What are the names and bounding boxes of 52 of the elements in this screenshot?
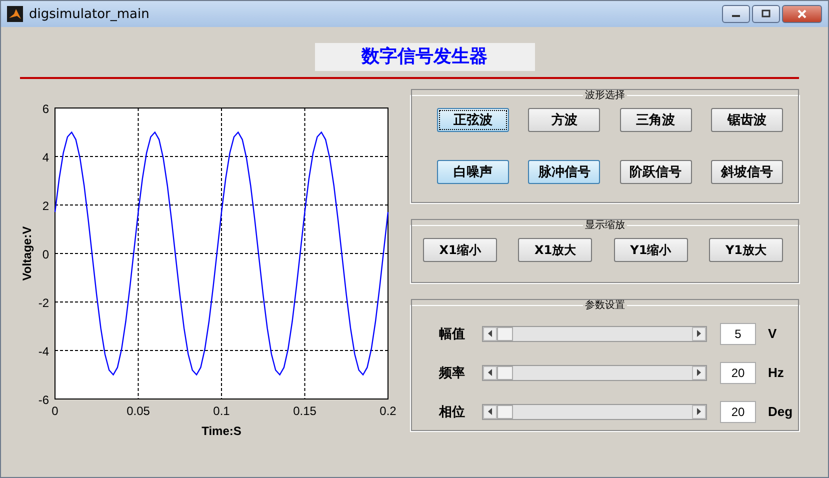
unit-label: V — [768, 326, 777, 341]
x-tick-label: 0.05 — [126, 404, 150, 418]
waveform-button[interactable]: 斜坡信号 — [710, 160, 783, 184]
value-field[interactable]: 5 — [720, 322, 756, 344]
x-axis-label: Time:S — [202, 424, 242, 438]
value-field[interactable]: 20 — [720, 400, 756, 422]
slider-thumb[interactable] — [497, 366, 513, 380]
x-tick-label: 0.2 — [380, 404, 396, 418]
close-button[interactable] — [782, 5, 822, 23]
slider[interactable] — [482, 364, 707, 380]
parameter-label: 频率 — [439, 364, 466, 382]
x-tick-label: 0 — [52, 404, 58, 418]
app-heading: 数字信号发生器 — [314, 43, 534, 71]
waveform-button[interactable]: 方波 — [528, 108, 600, 132]
y-tick-label: 2 — [42, 199, 49, 213]
parameter-label: 幅值 — [439, 326, 466, 342]
panel-title: 显示缩放 — [584, 219, 626, 232]
zoom-button[interactable]: X1放大 — [518, 238, 592, 262]
waveform-button[interactable]: 脉冲信号 — [528, 160, 600, 184]
zoom-button[interactable]: Y1缩小 — [614, 238, 688, 262]
zoom-button[interactable]: X1缩小 — [423, 238, 497, 262]
waveform-button[interactable]: 正弦波 — [437, 108, 509, 132]
y-tick-label: -4 — [38, 344, 49, 358]
slider-thumb[interactable] — [497, 404, 513, 418]
panel-title: 参数设置 — [584, 299, 626, 312]
y-tick-label: -6 — [38, 393, 49, 407]
waveform-button[interactable]: 白噪声 — [437, 160, 509, 184]
y-tick-label: 4 — [42, 150, 49, 164]
minimize-button[interactable] — [722, 5, 750, 23]
waveform-button[interactable]: 锯齿波 — [710, 108, 783, 132]
panel-title: 波形选择 — [584, 89, 626, 102]
x-tick-label: 0.1 — [213, 404, 230, 418]
window-title: digsimulator_main — [29, 6, 150, 22]
slider-thumb[interactable] — [497, 326, 513, 340]
waveform-button[interactable]: 阶跃信号 — [620, 160, 692, 184]
unit-label: Hz — [768, 365, 784, 380]
waveform-button[interactable]: 三角波 — [620, 108, 692, 132]
zoom-button[interactable]: Y1放大 — [708, 238, 783, 262]
value-field[interactable]: 20 — [720, 362, 756, 384]
slider[interactable] — [482, 404, 707, 420]
x-tick-label: 0.15 — [293, 404, 316, 418]
y-axis-label: Voltage:V — [20, 226, 34, 281]
maximize-icon — [761, 9, 771, 19]
close-icon — [797, 9, 807, 19]
y-tick-label: 6 — [42, 102, 49, 116]
unit-label: Deg — [768, 404, 793, 419]
slider[interactable] — [482, 326, 707, 342]
parameter-label: 相位 — [439, 404, 466, 420]
app-icon — [7, 6, 23, 22]
y-tick-label: 0 — [42, 248, 49, 262]
y-tick-label: -2 — [38, 296, 49, 310]
maximize-button[interactable] — [752, 5, 780, 23]
